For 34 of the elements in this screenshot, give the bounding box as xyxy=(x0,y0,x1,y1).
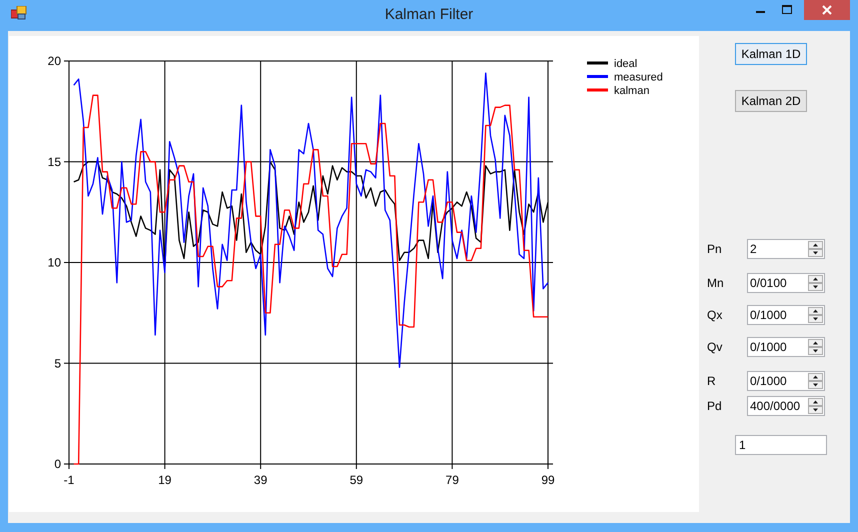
action-button[interactable]: Kalman 2D xyxy=(735,90,807,112)
field-label: Qx xyxy=(707,308,724,322)
axis-label: 79 xyxy=(446,473,459,487)
field-label: Mn xyxy=(707,276,725,290)
field-label: Qv xyxy=(707,340,724,354)
axis-label: 10 xyxy=(48,256,61,270)
action-button[interactable]: Kalman 1D xyxy=(735,43,807,65)
spin-button[interactable] xyxy=(808,241,823,257)
spin-button[interactable] xyxy=(808,339,823,355)
axis-label: 59 xyxy=(350,473,364,487)
axis-label: 5 xyxy=(54,356,61,370)
axis-label: 39 xyxy=(254,473,268,487)
axis-label: 99 xyxy=(541,473,555,487)
spin-button[interactable] xyxy=(808,398,823,414)
axis-label: 0 xyxy=(54,457,61,471)
spin-button[interactable] xyxy=(808,373,823,389)
window-title: Kalman Filter xyxy=(384,6,474,23)
field-label: Pn xyxy=(707,242,723,256)
axis-label: 15 xyxy=(48,154,61,169)
legend-label: measured xyxy=(614,72,663,84)
close-icon xyxy=(822,5,832,15)
input-field[interactable]: 1 xyxy=(735,435,827,455)
axis-label: 20 xyxy=(48,54,61,68)
legend-label: kalman xyxy=(614,85,650,97)
close-button[interactable] xyxy=(804,0,850,20)
legend-label: ideal xyxy=(614,58,638,70)
field-label: R xyxy=(707,374,717,388)
axis-label: -1 xyxy=(64,473,74,487)
axis-label: 19 xyxy=(158,473,172,487)
maximize-icon xyxy=(782,5,792,15)
app-icon xyxy=(11,6,27,20)
spin-button[interactable] xyxy=(808,307,823,323)
field-label: Pd xyxy=(707,399,723,413)
spin-button[interactable] xyxy=(808,275,823,291)
